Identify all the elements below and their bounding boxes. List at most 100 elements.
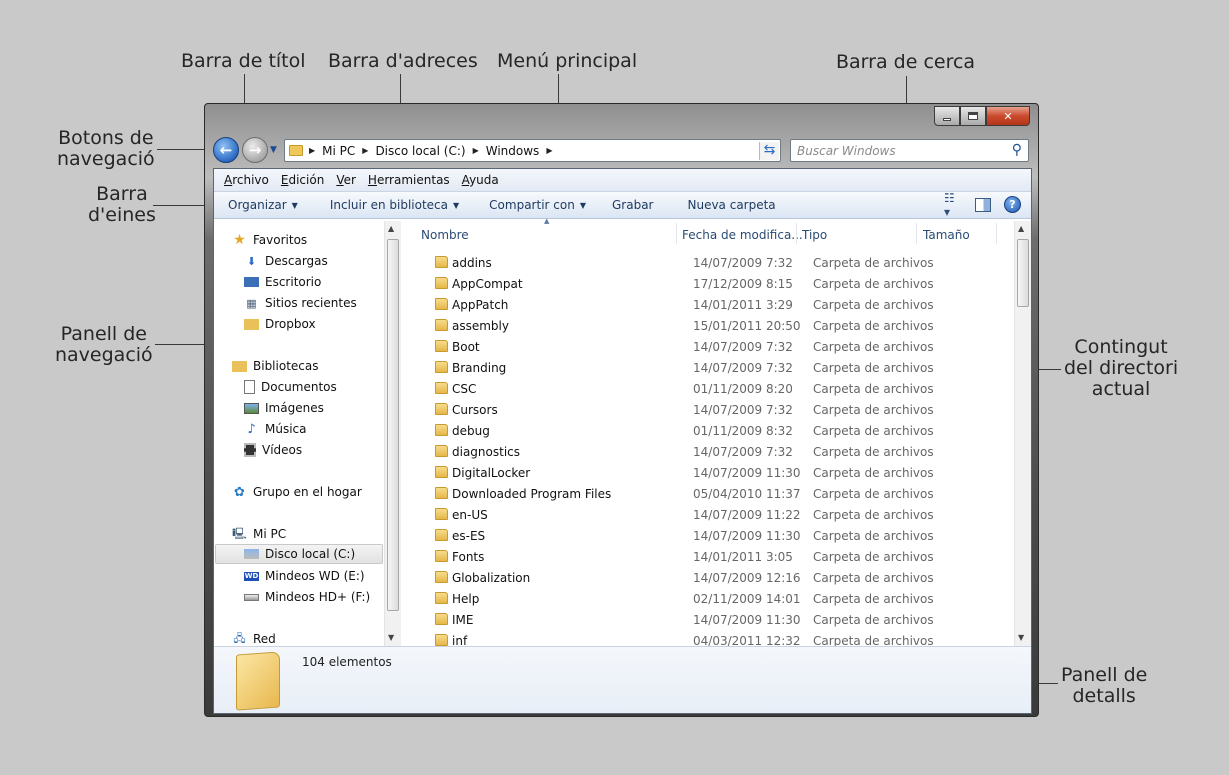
breadcrumb-chevron-icon[interactable]: ▶ [309,146,315,155]
organize-button[interactable]: Organizar ▼ [214,198,312,212]
folder-icon [435,634,448,646]
scroll-down-icon[interactable]: ▼ [1018,633,1024,642]
external-drive-icon [244,593,259,601]
nav-local-disk[interactable]: Disco local (C:) [215,544,383,564]
file-list-scroll-thumb[interactable] [1017,239,1029,307]
file-type: Carpeta de archivos [813,487,934,501]
column-type[interactable]: Tipo [802,228,827,242]
help-icon[interactable]: ? [1004,196,1021,213]
table-row[interactable]: AppPatch 14/01/2011 3:29 Carpeta de archiv… [404,294,1014,315]
nav-images[interactable]: Imágenes [244,398,324,418]
table-row[interactable]: Globalization 14/07/2009 12:16 Carpeta de … [404,567,1014,588]
breadcrumb-mypc[interactable]: Mi PC [322,144,355,158]
menu-archivo[interactable]: Archivo [224,173,269,187]
menu-edicion[interactable]: Edición [281,173,324,187]
menu-herramientas[interactable]: Herramientas [368,173,450,187]
menu-ver[interactable]: Ver [336,173,356,187]
callout-nav-buttons-line2: navegació [57,148,155,170]
column-divider[interactable] [916,223,917,244]
preview-pane-button[interactable] [974,197,992,213]
file-date: 14/01/2011 3:29 [693,298,793,312]
nav-downloads-label: Descargas [265,254,328,268]
close-button[interactable]: ✕ [986,106,1030,126]
table-row[interactable]: Cursors 14/07/2009 7:32 Carpeta de archivo… [404,399,1014,420]
column-name[interactable]: Nombre [421,228,469,242]
nav-documents[interactable]: Documentos [244,377,337,397]
menu-ayuda[interactable]: Ayuda [462,173,499,187]
address-bar[interactable]: ▶ Mi PC ▶ Disco local (C:) ▶ Windows ▶ ▼ [284,139,781,162]
table-row[interactable]: addins 14/07/2009 7:32 Carpeta de archivos [404,252,1014,273]
scroll-up-icon[interactable]: ▲ [1018,224,1024,233]
breadcrumb-chevron-icon[interactable]: ▶ [362,146,368,155]
nav-libraries[interactable]: Bibliotecas [232,356,318,376]
nav-recent[interactable]: ▦ Sitios recientes [244,293,356,313]
table-row[interactable]: Help 02/11/2009 14:01 Carpeta de archivos [404,588,1014,609]
breadcrumb-chevron-icon[interactable]: ▶ [546,146,552,155]
nav-dropbox[interactable]: Dropbox [244,314,316,334]
table-row[interactable]: IME 14/07/2009 11:30 Carpeta de archivos [404,609,1014,630]
search-icon[interactable]: ⚲ [1012,142,1022,158]
forward-button[interactable]: → [242,137,268,163]
table-row[interactable]: en-US 14/07/2009 11:22 Carpeta de archivos [404,504,1014,525]
column-divider[interactable] [996,223,997,244]
callout-nav-pane-line2: navegació [55,344,153,366]
column-date[interactable]: Fecha de modifica... [682,228,803,242]
file-type: Carpeta de archivos [813,571,934,585]
table-row[interactable]: Fonts 14/01/2011 3:05 Carpeta de archivos [404,546,1014,567]
nav-desktop[interactable]: Escritorio [244,272,321,292]
new-folder-button[interactable]: Nueva carpeta [667,198,789,212]
folder-icon [435,256,448,268]
recent-pages-dropdown-icon[interactable]: ▼ [270,145,277,155]
file-list: Nombre ▲ Fecha de modifica... Tipo Tamañ… [404,217,1031,648]
nav-pane-scroll-thumb[interactable] [387,239,399,611]
table-row[interactable]: Boot 14/07/2009 7:32 Carpeta de archivos [404,336,1014,357]
nav-homegroup[interactable]: ✿ Grupo en el hogar [232,482,362,502]
search-input[interactable]: Buscar Windows ⚲ [790,139,1029,162]
table-row[interactable]: assembly 15/01/2011 20:50 Carpeta de archi… [404,315,1014,336]
nav-wd-drive[interactable]: WD Mindeos WD (E:) [244,566,365,586]
nav-mypc[interactable]: 🖳 Mi PC [232,524,286,544]
nav-favorites[interactable]: ★ Favoritos [232,230,307,250]
dropbox-folder-icon [244,318,259,330]
table-row[interactable]: es-ES 14/07/2009 11:30 Carpeta de archivos [404,525,1014,546]
file-list-scrollbar[interactable]: ▲ ▼ [1014,221,1031,646]
table-row[interactable]: Branding 14/07/2009 7:32 Carpeta de archiv… [404,357,1014,378]
burn-label: Grabar [611,198,654,212]
table-row[interactable]: debug 01/11/2009 8:32 Carpeta de archivos [404,420,1014,441]
column-divider[interactable] [676,223,677,244]
nav-hd-drive[interactable]: Mindeos HD+ (F:) [244,587,370,607]
table-row[interactable]: Downloaded Program Files 05/04/2010 11:37… [404,483,1014,504]
file-list-header: Nombre ▲ Fecha de modifica... Tipo Tamañ… [404,217,1014,246]
minimize-button[interactable] [934,106,960,126]
nav-music[interactable]: ♪ Música [244,419,306,439]
local-disk-icon [244,549,259,559]
include-library-label: Incluir en biblioteca [329,198,449,212]
burn-button[interactable]: Grabar [600,198,668,212]
table-row[interactable]: diagnostics 14/07/2009 7:32 Carpeta de arc… [404,441,1014,462]
file-name: es-ES [452,529,486,543]
refresh-button[interactable]: ⇆ [759,142,779,160]
back-button[interactable]: ← [213,137,239,163]
nav-videos[interactable]: Vídeos [244,440,302,460]
maximize-button[interactable] [960,106,986,126]
breadcrumb-windows[interactable]: Windows [486,144,540,158]
scroll-down-icon[interactable]: ▼ [388,633,394,642]
file-type: Carpeta de archivos [813,613,934,627]
nav-downloads[interactable]: ⬇ Descargas [244,251,328,271]
view-options-icon[interactable]: ☷ ▾ [944,191,962,219]
table-row[interactable]: DigitalLocker 14/07/2009 11:30 Carpeta de … [404,462,1014,483]
column-size[interactable]: Tamaño [923,228,970,242]
nav-pane-scrollbar[interactable]: ▲ ▼ [384,221,401,646]
folder-icon [236,651,280,711]
file-date: 14/07/2009 7:32 [693,361,793,375]
callout-nav-pane-line1: Panell de [60,323,147,345]
scroll-up-icon[interactable]: ▲ [388,224,394,233]
include-library-button[interactable]: Incluir en biblioteca ▼ [312,198,473,212]
column-divider[interactable] [796,223,797,244]
breadcrumb-local-disk[interactable]: Disco local (C:) [375,144,465,158]
table-row[interactable]: CSC 01/11/2009 8:20 Carpeta de archivos [404,378,1014,399]
table-row[interactable]: AppCompat 17/12/2009 8:15 Carpeta de archi… [404,273,1014,294]
share-button[interactable]: Compartir con ▼ [473,198,600,212]
breadcrumb-chevron-icon[interactable]: ▶ [473,146,479,155]
callout-content: Contingut del directori actual [1064,337,1178,400]
